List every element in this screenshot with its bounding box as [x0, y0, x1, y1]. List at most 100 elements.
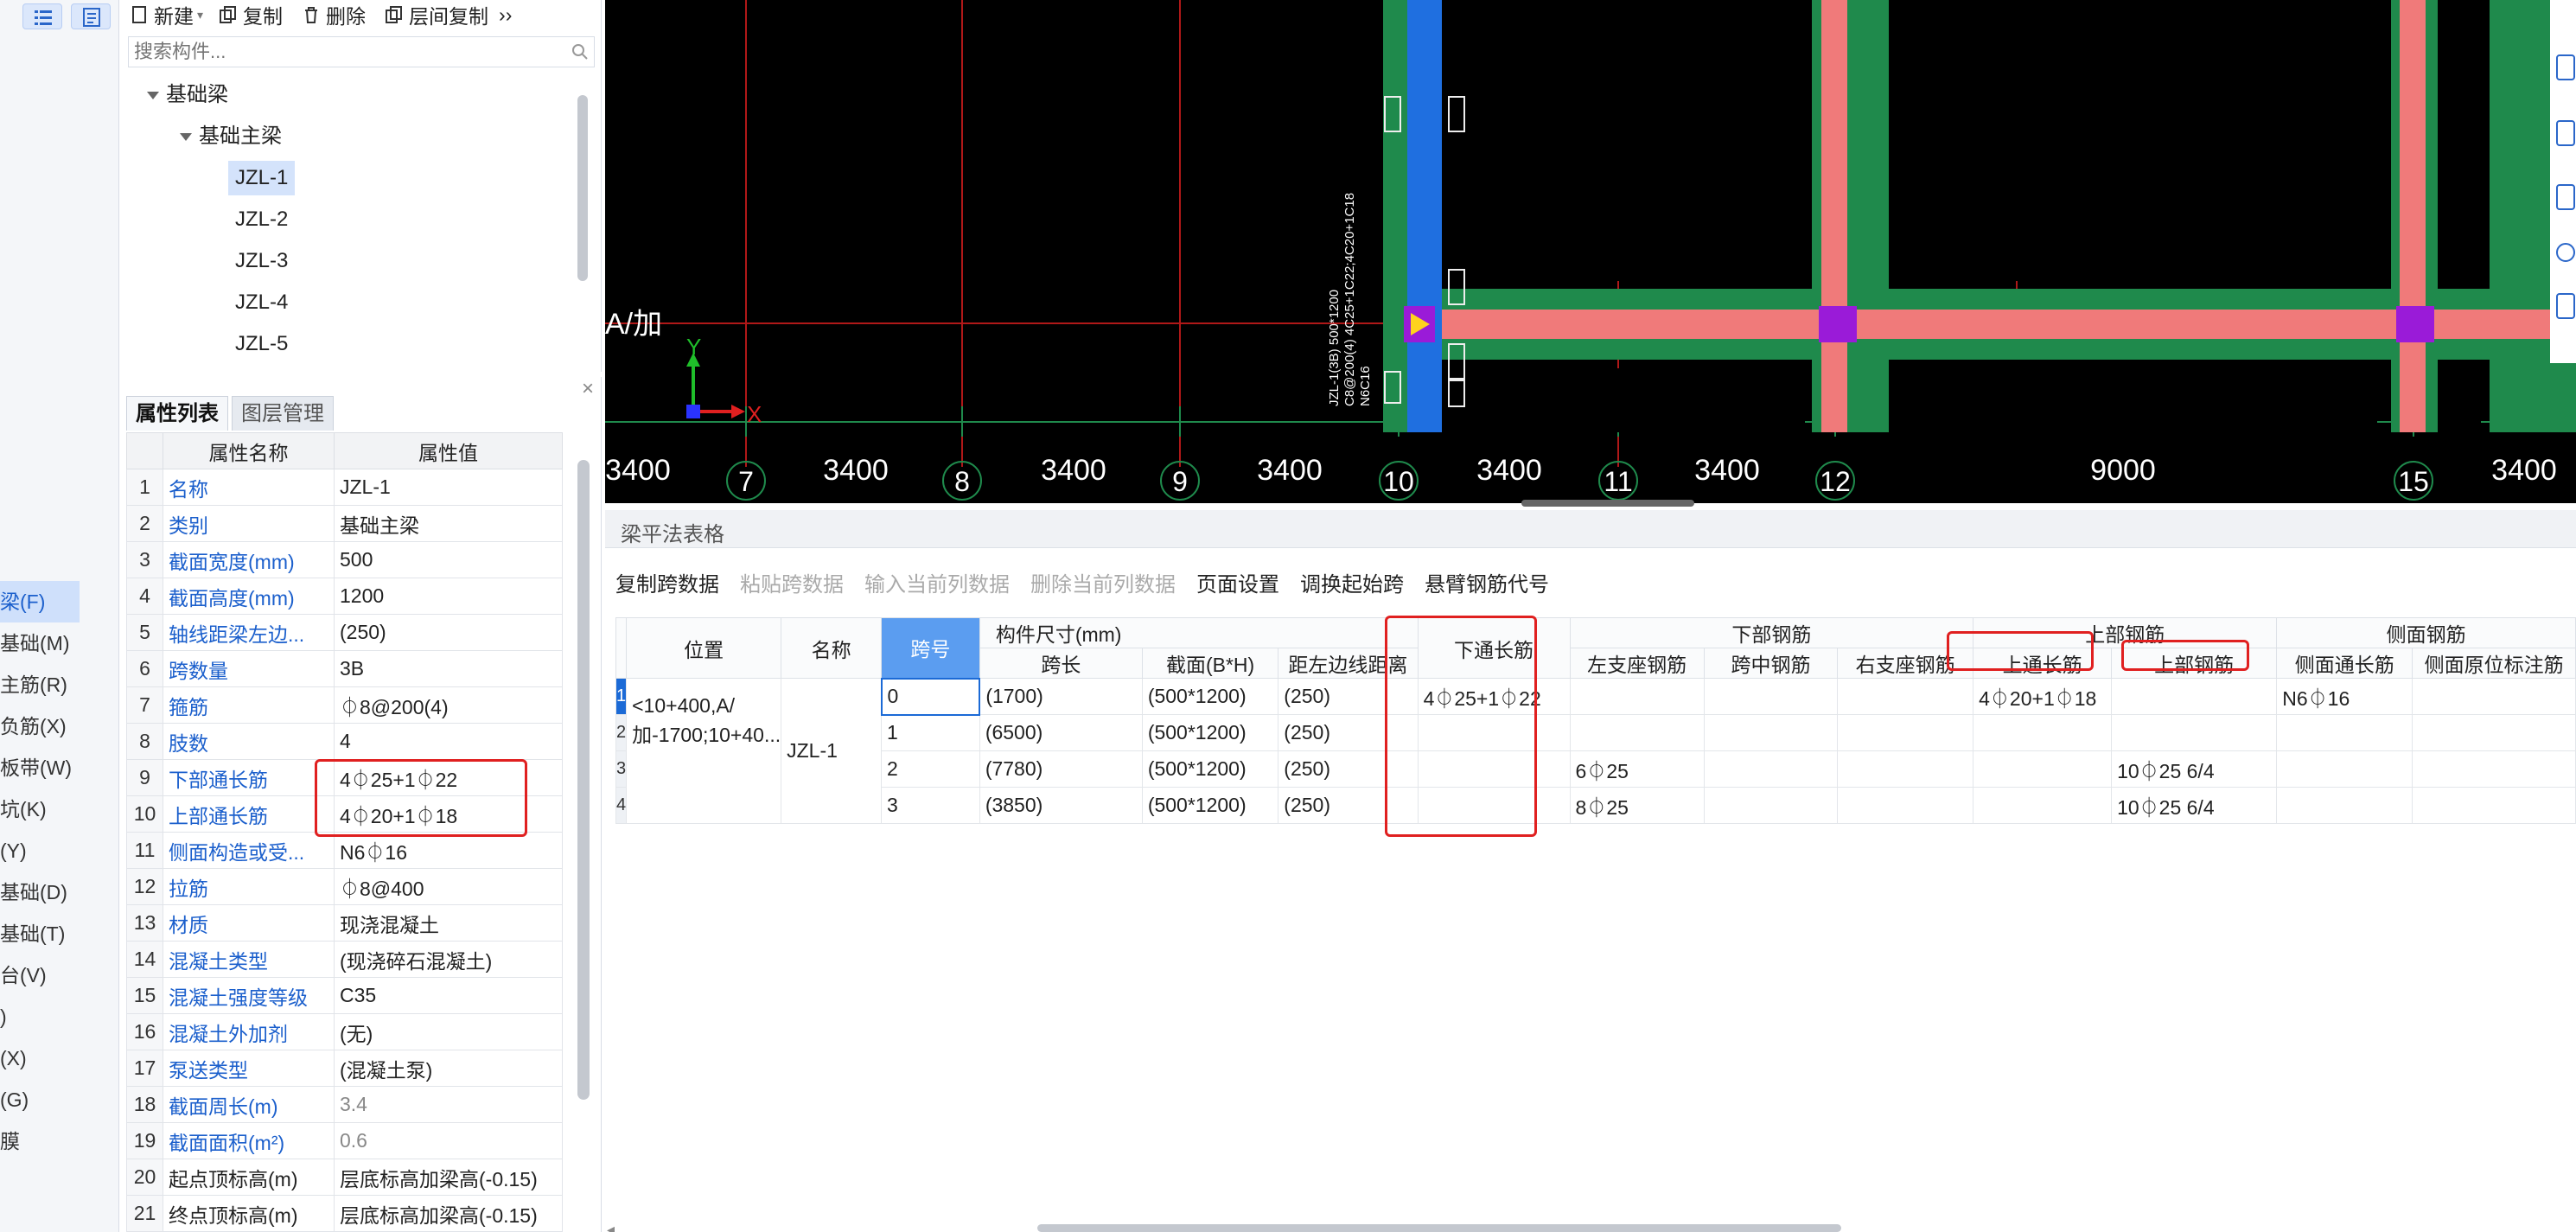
property-value[interactable]: ⏀8@400 — [334, 868, 563, 905]
expand-icon[interactable] — [180, 133, 192, 142]
nav-item[interactable]: 梁(F) — [0, 581, 80, 622]
name-cell[interactable]: JZL-1 — [781, 678, 883, 824]
property-value[interactable]: 500 — [334, 541, 563, 578]
property-value[interactable]: 0.6 — [334, 1122, 563, 1159]
property-value[interactable]: (混凝土泵) — [334, 1050, 563, 1087]
beam-toolbar-button[interactable]: 调换起始跨 — [1300, 567, 1404, 602]
section-cell[interactable]: (500*1200) — [1141, 714, 1279, 751]
property-row[interactable]: 12 拉筋 ⏀8@400 — [126, 868, 563, 905]
side-orig-cell[interactable] — [2412, 678, 2576, 715]
property-row[interactable]: 3 截面宽度(mm) 500 — [126, 541, 563, 578]
tree-node-root[interactable]: 基础梁 — [121, 74, 588, 116]
right-seat-cell[interactable] — [1837, 787, 1974, 824]
nav-item[interactable]: 板带(W) — [0, 747, 119, 788]
copy-button[interactable]: 复制 — [219, 0, 283, 29]
nav-item[interactable]: 坑(K) — [0, 788, 119, 830]
property-value[interactable]: 层底标高加梁高(-0.15) — [334, 1159, 563, 1196]
property-row[interactable]: 11 侧面构造或受... N6⏀16 — [126, 832, 563, 869]
mid-cell[interactable] — [1703, 714, 1839, 751]
left-seat-cell[interactable]: 6⏀25 — [1569, 750, 1705, 788]
side-through-cell[interactable] — [2276, 787, 2413, 824]
row-number[interactable]: 3 — [615, 750, 628, 788]
span-no-cell[interactable]: 1 — [881, 714, 980, 751]
list-view-icon[interactable] — [22, 3, 62, 29]
property-row[interactable]: 14 混凝土类型 (现浇碎石混凝土) — [126, 941, 563, 978]
tree-leaf-row[interactable]: JZL-5 — [121, 323, 588, 365]
top-bar-cell[interactable] — [2111, 678, 2278, 715]
beam-table-row[interactable]: 1 <10+400,A/加-1700;10+40... JZL-1 0 (1700) (5… — [615, 677, 2576, 824]
beam-toolbar-button[interactable]: 页面设置 — [1196, 567, 1279, 602]
row-number[interactable]: 2 — [615, 714, 628, 751]
tree-leaf-row[interactable]: JZL-1 — [121, 157, 588, 199]
property-value[interactable]: (现浇碎石混凝土) — [334, 941, 563, 978]
expand-icon[interactable] — [147, 92, 159, 100]
mid-cell[interactable] — [1703, 678, 1839, 715]
beam-table-scrollbar[interactable] — [1037, 1224, 1841, 1232]
beam-toolbar-button[interactable]: 输入当前列数据 — [864, 567, 1010, 602]
tree-leaf-label[interactable]: JZL-1 — [228, 161, 296, 195]
property-row[interactable]: 1 名称 JZL-1 — [126, 469, 563, 506]
property-value[interactable]: 1200 — [334, 578, 563, 615]
property-value[interactable]: C35 — [334, 977, 563, 1014]
property-value[interactable]: ⏀8@200(4) — [334, 686, 563, 724]
left-seat-cell[interactable] — [1569, 678, 1705, 715]
tree-leaf-row[interactable]: JZL-3 — [121, 240, 588, 282]
property-value[interactable]: 3.4 — [334, 1086, 563, 1123]
nav-item[interactable]: 台(V) — [0, 954, 119, 996]
search-input[interactable] — [128, 36, 595, 67]
delete-button[interactable]: 删除 — [302, 0, 366, 29]
beam-toolbar-button[interactable]: 删除当前列数据 — [1030, 567, 1176, 602]
property-row[interactable]: 20 起点顶标高(m) 层底标高加梁高(-0.15) — [126, 1159, 563, 1196]
side-through-cell[interactable] — [2276, 714, 2413, 751]
section-cell[interactable]: (500*1200) — [1141, 750, 1279, 788]
collapse-icon[interactable]: ◂ — [607, 1221, 615, 1232]
side-orig-cell[interactable] — [2412, 714, 2576, 751]
search-icon[interactable] — [571, 42, 590, 61]
property-row[interactable]: 15 混凝土强度等级 C35 — [126, 977, 563, 1014]
top-bar-cell[interactable]: 10⏀25 6/4 — [2111, 787, 2278, 824]
new-button[interactable]: 新建 ▾ — [130, 0, 203, 29]
property-scrollbar[interactable] — [577, 460, 590, 1100]
tree-scrollbar[interactable] — [577, 95, 588, 281]
mid-cell[interactable] — [1703, 787, 1839, 824]
top-through-cell[interactable]: 4⏀20+1⏀18 — [1973, 678, 2113, 715]
section-cell[interactable]: (500*1200) — [1141, 787, 1279, 824]
side-through-cell[interactable] — [2276, 750, 2413, 788]
top-through-cell[interactable] — [1973, 750, 2113, 788]
property-value[interactable]: (无) — [334, 1013, 563, 1050]
span-no-cell[interactable]: 2 — [881, 750, 980, 788]
span-no-cell[interactable]: 3 — [881, 787, 980, 824]
property-value[interactable]: 现浇混凝土 — [334, 904, 563, 942]
nav-item[interactable]: 负筋(X) — [0, 705, 119, 747]
tree-leaf-row[interactable]: JZL-2 — [121, 199, 588, 240]
beam-table-row[interactable]: 4 3 (3850) (500*1200) (250) 8⏀25 10⏀25 6/4 — [615, 787, 2576, 824]
tab-property-list[interactable]: 属性列表 — [126, 396, 228, 431]
span-no-cell[interactable]: 0 — [880, 677, 981, 716]
nav-item[interactable]: 主筋(R) — [0, 664, 119, 705]
property-row[interactable]: 13 材质 现浇混凝土 — [126, 904, 563, 942]
right-seat-cell[interactable] — [1837, 750, 1974, 788]
tree-view-icon[interactable] — [71, 3, 111, 29]
close-icon[interactable]: × — [582, 377, 594, 401]
property-row[interactable]: 21 终点顶标高(m) 层底标高加梁高(-0.15) — [126, 1195, 563, 1232]
mid-cell[interactable] — [1703, 750, 1839, 788]
tree-leaf-label[interactable]: JZL-4 — [228, 285, 295, 320]
top-bar-cell[interactable]: 10⏀25 6/4 — [2111, 750, 2278, 788]
canvas-scrollbar[interactable] — [1521, 500, 1694, 507]
property-value[interactable]: N6⏀16 — [334, 832, 563, 869]
span-length-cell[interactable]: (1700) — [979, 678, 1143, 715]
floor-copy-button[interactable]: 层间复制 — [385, 0, 488, 29]
beam-table-row[interactable]: 2 1 (6500) (500*1200) (250) — [615, 714, 2576, 751]
drawing-canvas[interactable]: JZL-1(3B) 500*1200 C8@200(4) 4C25+1C22;4… — [605, 0, 2576, 503]
nav-item[interactable]: (X) — [0, 1037, 119, 1079]
nav-item[interactable]: 基础(D) — [0, 871, 119, 913]
nav-item[interactable]: 基础(M) — [0, 622, 119, 664]
left-seat-cell[interactable] — [1569, 714, 1705, 751]
beam-toolbar-button[interactable]: 粘贴跨数据 — [740, 567, 844, 602]
nav-item[interactable]: (G) — [0, 1079, 119, 1120]
position-cell[interactable]: <10+400,A/加-1700;10+40... — [626, 678, 782, 824]
tree-leaf-row[interactable]: JZL-4 — [121, 282, 588, 323]
tree-leaf-label[interactable]: JZL-2 — [228, 202, 295, 237]
nav-item[interactable]: (Y) — [0, 830, 119, 871]
property-value[interactable]: 3B — [334, 650, 563, 687]
